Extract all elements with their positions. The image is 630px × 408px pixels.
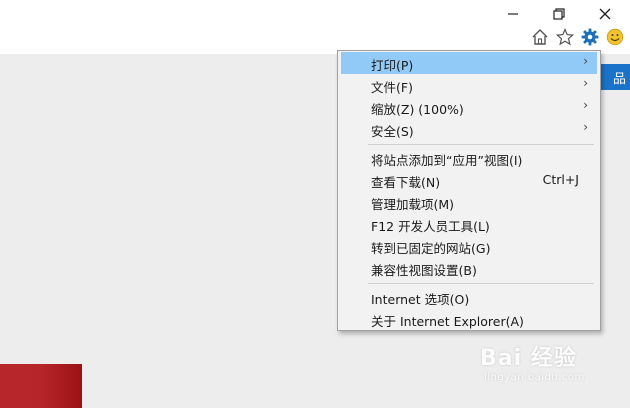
page-blue-button[interactable]: 品 [596,64,630,90]
menu-item-file[interactable]: 文件(F) › [341,74,597,96]
tools-menu: 打印(P) › 文件(F) › 缩放(Z) (100%) › 安全(S) › 将… [337,50,601,331]
star-icon [556,28,574,46]
menu-item-label: 安全(S) [371,124,414,139]
submenu-arrow-icon: › [583,98,588,112]
tools-button[interactable] [579,26,601,48]
menu-item-internet-options[interactable]: Internet 选项(O) [341,286,597,308]
watermark-sub-text: jingyan.baidu.com [484,372,585,383]
gear-icon [581,28,599,46]
minimize-button[interactable] [490,2,536,26]
restore-icon [553,8,565,20]
menu-item-label: 打印(P) [371,58,414,73]
watermark-main-text: Bai 经验 [480,346,577,371]
baidu-jingyan-watermark: Bai 经验 jingyan.baidu.com [480,340,620,390]
menu-item-label: 关于 Internet Explorer(A) [371,314,524,329]
menu-item-label: 转到已固定的网站(G) [371,241,491,256]
home-button[interactable] [529,26,551,48]
menu-item-add-to-apps[interactable]: 将站点添加到“应用”视图(I) [341,147,597,169]
smiley-icon [606,28,624,46]
page-red-banner [0,364,82,408]
submenu-arrow-icon: › [583,76,588,90]
feedback-button[interactable] [604,26,626,48]
close-icon [599,8,611,20]
page-blue-button-label: 品 [612,71,626,87]
menu-item-label: F12 开发人员工具(L) [371,219,490,234]
menu-item-view-downloads[interactable]: 查看下载(N) Ctrl+J [341,169,597,191]
close-button[interactable] [582,2,628,26]
favorites-button[interactable] [554,26,576,48]
menu-separator [368,144,594,145]
menu-separator [368,283,594,284]
menu-item-label: 文件(F) [371,80,413,95]
menu-item-zoom[interactable]: 缩放(Z) (100%) › [341,96,597,118]
submenu-arrow-icon: › [583,54,588,68]
restore-button[interactable] [536,2,582,26]
menu-item-about-ie[interactable]: 关于 Internet Explorer(A) [341,308,597,330]
home-icon [532,29,548,45]
menu-item-compatibility-view[interactable]: 兼容性视图设置(B) [341,257,597,279]
menu-item-pinned-sites[interactable]: 转到已固定的网站(G) [341,235,597,257]
menu-item-label: 缩放(Z) (100%) [371,102,464,117]
browser-title-bar [0,0,630,54]
menu-item-safety[interactable]: 安全(S) › [341,118,597,140]
menu-item-label: 将站点添加到“应用”视图(I) [371,153,523,168]
menu-item-label: 查看下载(N) [371,175,441,190]
menu-item-manage-addons[interactable]: 管理加载项(M) [341,191,597,213]
menu-item-label: Internet 选项(O) [371,292,470,307]
menu-item-print[interactable]: 打印(P) › [341,52,597,74]
menu-item-label: 管理加载项(M) [371,197,455,212]
submenu-arrow-icon: › [583,120,588,134]
minimize-icon [508,13,518,15]
menu-item-label: 兼容性视图设置(B) [371,263,477,278]
menu-item-shortcut: Ctrl+J [542,172,579,187]
menu-item-developer-tools[interactable]: F12 开发人员工具(L) [341,213,597,235]
